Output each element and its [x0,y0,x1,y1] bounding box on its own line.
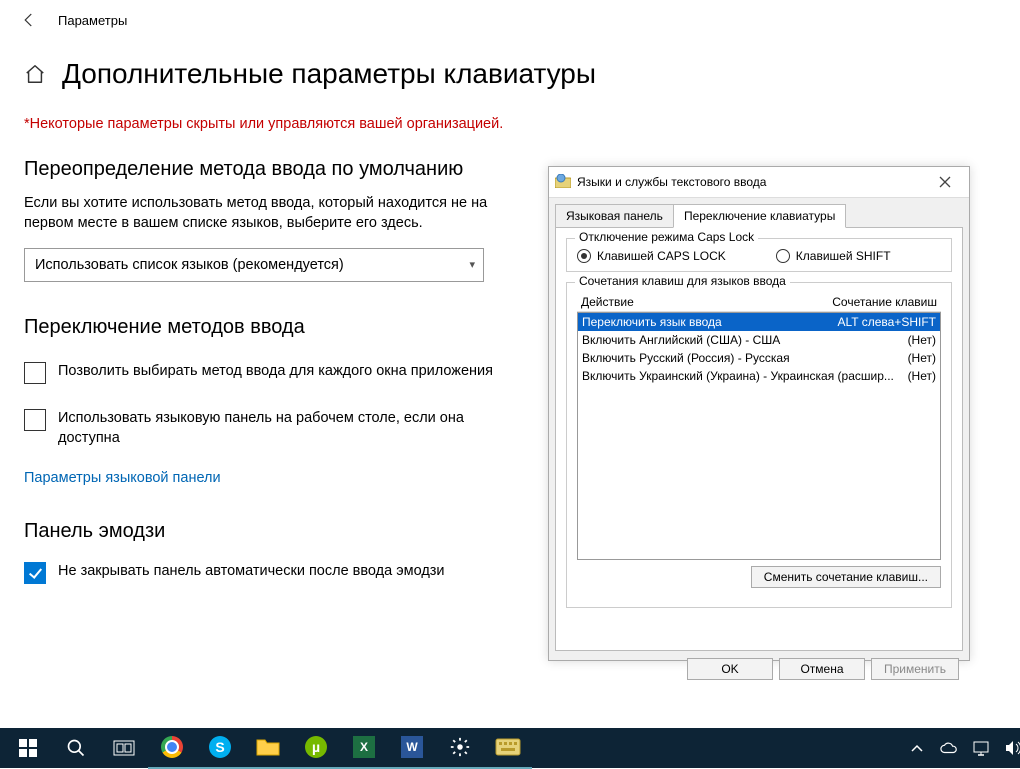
radio-circle-icon [776,249,790,263]
col-action: Действие [581,295,634,309]
start-button[interactable] [4,728,52,768]
checkbox-emoji-autoclose[interactable] [24,562,46,584]
radio-shift-label: Клавишей SHIFT [796,249,891,263]
settings-app-icon[interactable] [436,727,484,769]
checkbox-langbar[interactable] [24,409,46,431]
hotkeys-list[interactable]: Переключить язык ввода ALT слева+SHIFT В… [577,312,941,560]
radio-capslock[interactable]: Клавишей CAPS LOCK [577,249,726,263]
explorer-app-icon[interactable] [244,727,292,769]
taskbar: S µ X W [0,728,1020,768]
skype-app-icon[interactable]: S [196,727,244,769]
tray-chevron-up-icon[interactable] [908,739,926,757]
dropdown-value: Использовать список языков (рекомендуетс… [35,257,344,273]
col-keys: Сочетание клавиш [832,295,937,309]
checkbox-langbar-label: Использовать языковую панель на рабочем … [58,408,524,449]
capslock-group-label: Отключение режима Caps Lock [575,230,758,244]
cancel-button[interactable]: Отмена [779,658,865,680]
word-app-icon[interactable]: W [388,727,436,769]
tab-language-bar[interactable]: Языковая панель [555,204,674,228]
ok-button[interactable]: OK [687,658,773,680]
excel-app-icon[interactable]: X [340,727,388,769]
tab-keyboard-switching[interactable]: Переключение клавиатуры [673,204,846,228]
home-icon[interactable] [24,63,46,85]
checkbox-per-window-label: Позволить выбирать метод ввода для каждо… [58,361,493,381]
back-button[interactable] [20,11,44,29]
task-view-icon[interactable] [100,728,148,768]
keyboard-locale-icon [555,174,571,190]
list-item[interactable]: Включить Украинский (Украина) - Украинск… [578,367,940,385]
tray-volume-icon[interactable] [1004,739,1020,757]
hotkeys-group-label: Сочетания клавиш для языков ввода [575,274,790,288]
radio-capslock-label: Клавишей CAPS LOCK [597,249,726,263]
utorrent-app-icon[interactable]: µ [292,727,340,769]
window-title: Параметры [58,13,127,28]
chrome-app-icon[interactable] [148,727,196,769]
close-button[interactable] [927,171,963,193]
apply-button[interactable]: Применить [871,658,959,680]
list-item[interactable]: Включить Английский (США) - США (Нет) [578,331,940,349]
tray-network-icon[interactable] [972,739,990,757]
checkbox-emoji-autoclose-label: Не закрывать панель автоматически после … [58,561,445,581]
page-title: Дополнительные параметры клавиатуры [62,58,596,90]
osk-app-icon[interactable] [484,727,532,769]
checkbox-per-window[interactable] [24,362,46,384]
radio-dot-icon [577,249,591,263]
list-item[interactable]: Переключить язык ввода ALT слева+SHIFT [578,313,940,331]
text-services-dialog: Языки и службы текстового ввода Языковая… [548,166,970,661]
change-key-sequence-button[interactable]: Сменить сочетание клавиш... [751,566,941,588]
org-warning: *Некоторые параметры скрыты или управляю… [24,116,1020,132]
search-icon[interactable] [52,728,100,768]
section-override-body: Если вы хотите использовать метод ввода,… [24,193,504,234]
list-item[interactable]: Включить Русский (Россия) - Русская (Нет… [578,349,940,367]
chevron-down-icon: ▾ [469,258,475,271]
input-method-dropdown[interactable]: Использовать список языков (рекомендуетс… [24,248,484,282]
radio-shift[interactable]: Клавишей SHIFT [776,249,891,263]
dialog-title: Языки и службы текстового ввода [577,175,927,189]
tray-onedrive-icon[interactable] [940,739,958,757]
